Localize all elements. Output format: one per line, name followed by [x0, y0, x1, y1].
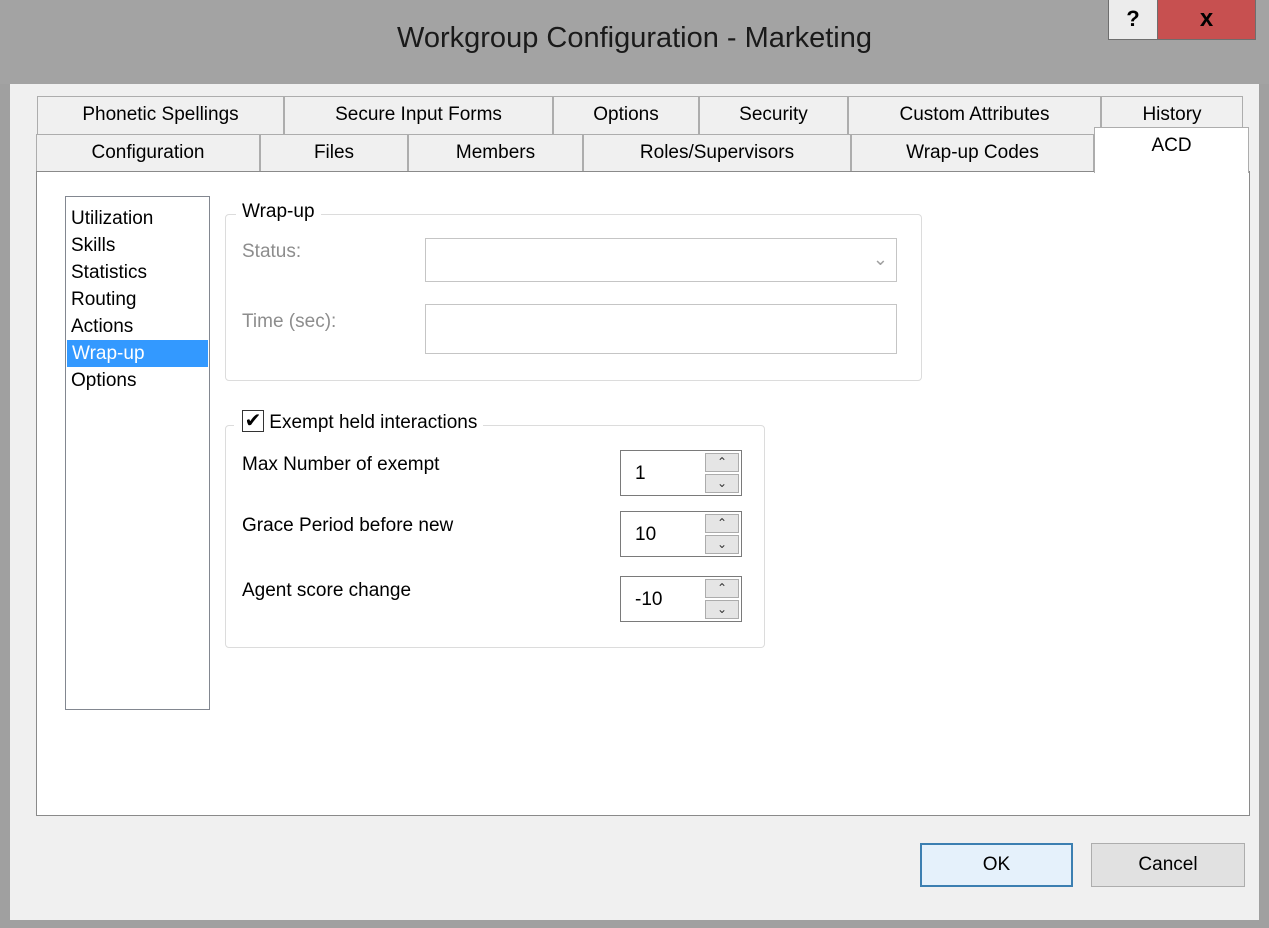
max-exempt-stepper[interactable]: 1 ⌃ ⌄ — [620, 450, 742, 496]
chevron-down-icon[interactable]: ⌄ — [705, 535, 739, 554]
agent-score-stepper[interactable]: -10 ⌃ ⌄ — [620, 576, 742, 622]
grace-period-label: Grace Period before new — [242, 515, 454, 536]
wrap-up-group: Wrap-up Status: ⌄ Time (sec): — [225, 201, 922, 381]
max-exempt-value: 1 — [635, 463, 646, 484]
tab-roles-supervisors[interactable]: Roles/Supervisors — [583, 134, 851, 172]
list-item-options[interactable]: Options — [66, 367, 209, 394]
tab-files[interactable]: Files — [260, 134, 408, 172]
ok-button[interactable]: OK — [920, 843, 1073, 887]
tab-acd[interactable]: ACD — [1094, 127, 1249, 173]
max-exempt-label: Max Number of exempt — [242, 454, 440, 475]
tab-security[interactable]: Security — [699, 96, 848, 134]
title-bar[interactable]: Workgroup Configuration - Marketing ? x — [0, 0, 1269, 84]
exempt-held-interactions-group: ✔ Exempt held interactions Max Number of… — [225, 410, 765, 648]
list-item-statistics[interactable]: Statistics — [66, 259, 209, 286]
tab-wrap-up-codes[interactable]: Wrap-up Codes — [851, 134, 1094, 172]
grace-period-stepper[interactable]: 10 ⌃ ⌄ — [620, 511, 742, 557]
wrap-up-legend: Wrap-up — [236, 201, 321, 223]
acd-category-list[interactable]: Utilization Skills Statistics Routing Ac… — [65, 196, 210, 710]
acd-tab-panel: Utilization Skills Statistics Routing Ac… — [36, 171, 1250, 816]
agent-score-value: -10 — [635, 589, 663, 610]
chevron-down-icon[interactable]: ⌄ — [705, 474, 739, 493]
list-item-routing[interactable]: Routing — [66, 286, 209, 313]
tab-phonetic-spellings[interactable]: Phonetic Spellings — [37, 96, 284, 134]
time-input[interactable] — [425, 304, 897, 354]
agent-score-label: Agent score change — [242, 580, 412, 601]
list-item-wrap-up[interactable]: Wrap-up — [67, 340, 208, 367]
tab-custom-attributes[interactable]: Custom Attributes — [848, 96, 1101, 134]
exempt-label: Exempt held interactions — [269, 412, 478, 434]
tab-options[interactable]: Options — [553, 96, 699, 134]
dialog-client-area: Phonetic Spellings Secure Input Forms Op… — [10, 84, 1259, 920]
cancel-button[interactable]: Cancel — [1091, 843, 1245, 887]
close-button[interactable]: x — [1158, 0, 1256, 40]
status-label: Status: — [242, 241, 302, 262]
list-item-utilization[interactable]: Utilization — [66, 205, 209, 232]
chevron-up-icon[interactable]: ⌃ — [705, 453, 739, 472]
list-item-skills[interactable]: Skills — [66, 232, 209, 259]
dialog-window: Workgroup Configuration - Marketing ? x … — [0, 0, 1269, 928]
chevron-down-icon[interactable]: ⌄ — [705, 600, 739, 619]
help-button[interactable]: ? — [1108, 0, 1158, 40]
chevron-down-icon: ⌄ — [872, 249, 888, 269]
chevron-up-icon[interactable]: ⌃ — [705, 514, 739, 533]
chevron-up-icon[interactable]: ⌃ — [705, 579, 739, 598]
exempt-legend[interactable]: ✔ Exempt held interactions — [234, 410, 484, 435]
list-item-actions[interactable]: Actions — [66, 313, 209, 340]
tab-secure-input-forms[interactable]: Secure Input Forms — [284, 96, 553, 134]
window-title: Workgroup Configuration - Marketing — [397, 22, 872, 54]
status-dropdown[interactable]: ⌄ — [425, 238, 897, 282]
tab-members[interactable]: Members — [408, 134, 583, 172]
exempt-checkbox[interactable]: ✔ — [242, 410, 264, 432]
tab-configuration[interactable]: Configuration — [36, 134, 260, 172]
grace-period-value: 10 — [635, 524, 657, 545]
time-label: Time (sec): — [242, 311, 337, 332]
